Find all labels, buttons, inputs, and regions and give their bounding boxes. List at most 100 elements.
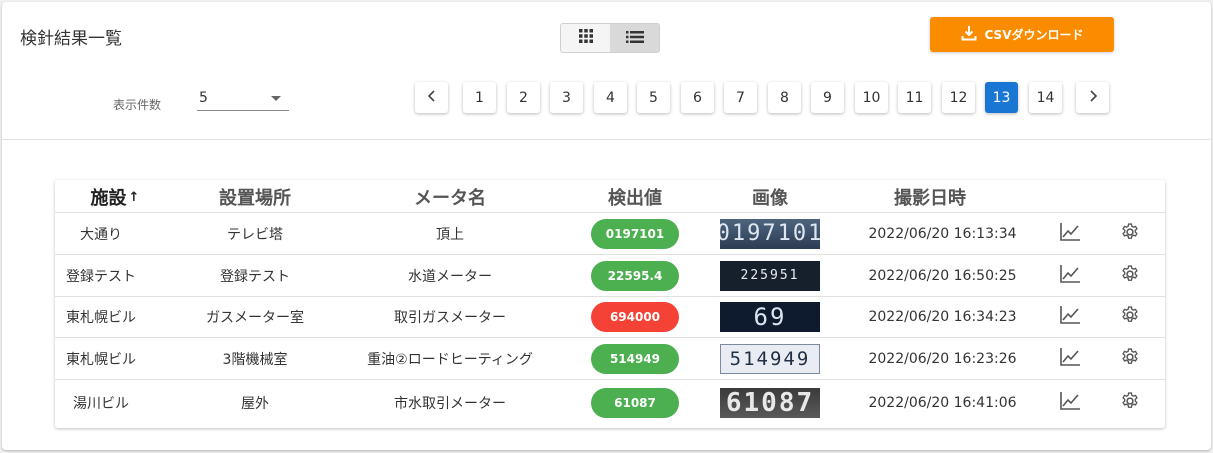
value-badge: 22595.4 [591,260,679,291]
table-row[interactable]: 登録テスト 登録テスト 水道メーター 22595.4 225951 2022/0… [55,255,1165,296]
image-cell[interactable]: 69 [720,297,820,337]
gear-icon [1120,222,1140,246]
rows-per-page-value: 5 [199,90,208,106]
value-badge: 514949 [591,343,679,374]
current-page-button[interactable]: 13 [985,82,1018,113]
meter-name-cell: 市水取引メーター [394,396,506,412]
meter-image-thumbnail[interactable]: 225951 [720,260,820,291]
facility-cell: 登録テスト [66,268,136,285]
history-chart-button[interactable] [1055,297,1085,337]
location-cell: 3階機械室 [222,351,288,368]
page-button[interactable]: 14 [1029,82,1062,113]
settings-button[interactable] [1115,255,1145,296]
facility-cell: 東札幌ビル [66,351,136,368]
csv-download-button[interactable]: CSVダウンロード [930,17,1114,52]
csv-download-label: CSVダウンロード [984,28,1084,42]
rows-per-page-select[interactable]: 5 [197,88,289,111]
page-button[interactable]: 5 [637,82,670,113]
line-chart-icon [1059,222,1081,246]
facility-cell: 大通り [80,226,122,243]
image-cell[interactable]: 61087 [720,380,820,426]
table-row[interactable]: 大通り テレビ塔 頂上 0197101 0197101 2022/06/20 1… [55,213,1165,254]
history-chart-button[interactable] [1055,338,1085,379]
image-cell[interactable]: 514949 [720,338,820,379]
grid-icon [578,28,594,48]
table-row[interactable]: 東札幌ビル 3階機械室 重油②ロードヒーティング 514949 514949 2… [55,338,1165,379]
page-button[interactable]: 12 [942,82,975,113]
column-header-meter[interactable]: メータ名 [365,184,535,210]
page-button[interactable]: 8 [768,82,801,113]
page-button[interactable]: 4 [594,82,627,113]
location-cell: テレビ塔 [227,226,283,243]
page-button[interactable]: 1 [463,82,496,113]
page-button[interactable]: 2 [507,82,540,113]
dropdown-arrow-icon [271,96,281,101]
meter-name-cell: 頂上 [436,226,464,243]
column-header-label: 施設 [90,188,127,209]
line-chart-icon [1059,264,1081,288]
line-chart-icon [1059,305,1081,329]
page-button[interactable]: 11 [898,82,931,113]
history-chart-button[interactable] [1055,255,1085,296]
settings-button[interactable] [1115,297,1145,337]
gear-icon [1120,391,1140,415]
sort-asc-icon: ↑ [128,189,140,205]
value-cell: 0197101 [591,213,679,254]
value-cell: 22595.4 [591,255,679,296]
meter-name-cell: 重油②ロードヒーティング [367,351,533,368]
image-cell[interactable]: 225951 [720,255,820,296]
page-button[interactable]: 9 [811,82,844,113]
datetime-cell: 2022/06/20 16:23:26 [868,350,1017,367]
download-icon [961,25,977,44]
column-header-location[interactable]: 設置場所 [185,184,325,210]
divider [2,139,1211,140]
meter-image-thumbnail[interactable]: 69 [720,302,820,332]
gear-icon [1120,264,1140,288]
datetime-cell: 2022/06/20 16:13:34 [868,225,1017,242]
datetime-cell: 2022/06/20 16:41:06 [868,395,1017,411]
settings-button[interactable] [1115,213,1145,254]
facility-cell: 湯川ビル [73,396,129,412]
column-header-value[interactable]: 検出値 [590,184,680,210]
datetime-cell: 2022/06/20 16:50:25 [868,267,1017,284]
page-button[interactable]: 3 [550,82,583,113]
value-cell: 514949 [591,338,679,379]
chevron-right-icon [1088,89,1098,106]
table-row[interactable]: 東札幌ビル ガスメーター室 取引ガスメーター 694000 69 2022/06… [55,297,1165,337]
table-row[interactable]: 湯川ビル 屋外 市水取引メーター 61087 61087 2022/06/20 … [55,380,1165,426]
meter-image-thumbnail[interactable]: 0197101 [720,218,820,249]
view-toggle [560,23,660,53]
next-page-button[interactable] [1076,82,1109,113]
column-header-image[interactable]: 画像 [720,184,820,210]
history-chart-button[interactable] [1055,213,1085,254]
value-badge: 61087 [591,388,679,418]
location-cell: 屋外 [241,396,269,412]
page-button[interactable]: 10 [855,82,888,113]
page-button[interactable]: 7 [724,82,757,113]
value-cell: 694000 [591,297,679,337]
grid-view-button[interactable] [561,24,610,52]
gear-icon [1120,347,1140,371]
settings-button[interactable] [1115,338,1145,379]
image-cell[interactable]: 0197101 [720,213,820,254]
prev-page-button[interactable] [415,82,448,113]
value-badge: 694000 [591,302,679,332]
settings-button[interactable] [1115,380,1145,426]
page-button[interactable]: 6 [681,82,714,113]
meter-name-cell: 水道メーター [408,268,492,285]
meter-image-thumbnail[interactable]: 61087 [720,388,820,418]
column-header-facility[interactable]: 施設 ↑ [75,184,155,210]
column-header-datetime[interactable]: 撮影日時 [860,184,1000,210]
location-cell: ガスメーター室 [206,310,304,326]
location-cell: 登録テスト [220,268,290,285]
value-cell: 61087 [591,380,679,426]
page-title: 検針結果一覧 [20,29,122,49]
list-icon [625,29,644,48]
meter-image-thumbnail[interactable]: 514949 [720,343,820,374]
line-chart-icon [1059,391,1081,415]
history-chart-button[interactable] [1055,380,1085,426]
facility-cell: 東札幌ビル [66,310,136,326]
datetime-cell: 2022/06/20 16:34:23 [868,309,1017,325]
results-card: 検針結果一覧 CSVダウンロード 表示件数 5 1 2 3 4 5 6 7 8 … [2,2,1211,450]
list-view-button[interactable] [610,24,659,52]
